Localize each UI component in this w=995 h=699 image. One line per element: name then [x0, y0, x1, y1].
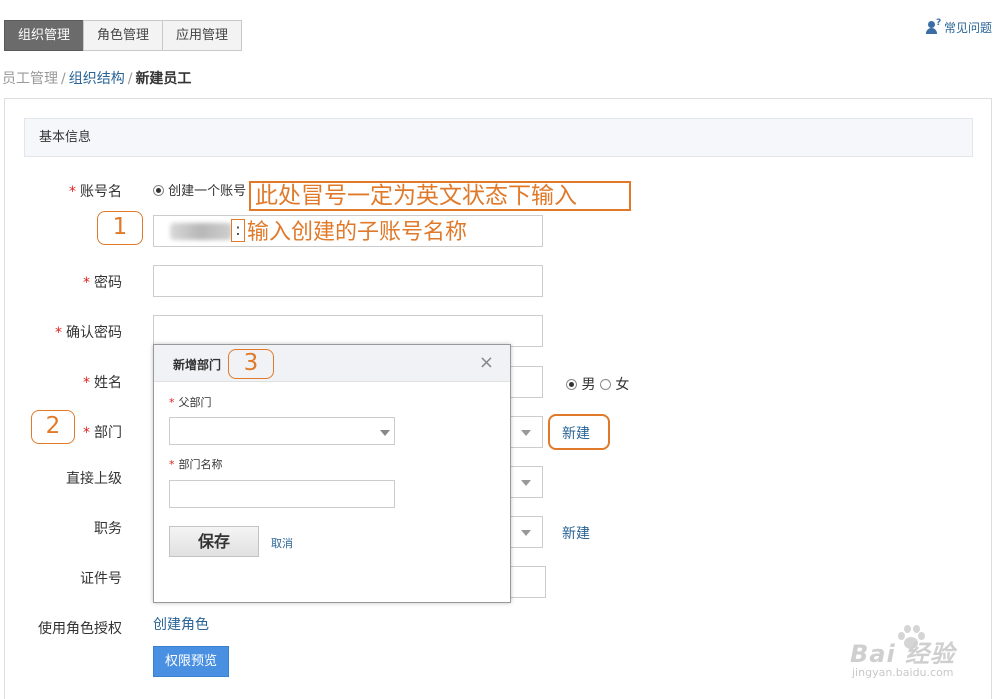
- password-label-text: 密码: [94, 275, 122, 291]
- colon-highlight: :: [231, 219, 245, 242]
- faq-label: 常见问题: [943, 21, 992, 35]
- parent-dept-label-text: 父部门: [178, 396, 212, 409]
- required-mark: *: [83, 425, 90, 441]
- watermark-url: jingyan.baidu.com: [852, 666, 954, 679]
- annotation-note-account: 输入创建的子账号名称: [247, 220, 468, 245]
- create-account-radio[interactable]: 创建一个账号: [153, 180, 246, 199]
- password-input[interactable]: [153, 265, 543, 297]
- required-mark: *: [83, 375, 90, 391]
- gender-male-label: 男: [581, 377, 596, 393]
- radio-icon: [153, 185, 164, 196]
- cancel-link[interactable]: 取消: [271, 535, 293, 551]
- breadcrumb-separator: /: [127, 71, 133, 87]
- dept-name-label-text: 部门名称: [178, 458, 223, 471]
- tab-app-management[interactable]: 应用管理: [162, 20, 243, 51]
- top-tabs: 组织管理 角色管理 应用管理: [4, 20, 243, 51]
- required-mark: *: [169, 458, 175, 471]
- dept-name-input[interactable]: [169, 480, 395, 508]
- gender-male-radio[interactable]: [566, 379, 577, 390]
- annotation-badge-3: 3: [228, 349, 274, 379]
- chevron-down-icon: [521, 480, 531, 486]
- close-icon[interactable]: ×: [479, 352, 494, 373]
- blurred-domain: [170, 223, 232, 240]
- chevron-down-icon: [521, 530, 531, 536]
- name-label: * 姓名: [40, 372, 122, 392]
- create-role-link[interactable]: 创建角色: [153, 614, 209, 634]
- confirm-password-label-text: 确认密码: [66, 325, 122, 341]
- required-mark: *: [69, 184, 76, 200]
- parent-dept-label: * 父部门: [169, 394, 212, 410]
- user-question-icon: ?: [925, 18, 942, 35]
- faq-link[interactable]: ? 常见问题: [925, 18, 992, 36]
- gender-female-radio[interactable]: [599, 379, 611, 390]
- tab-org-management[interactable]: 组织管理: [4, 20, 85, 51]
- gender-radios: 男 女: [566, 374, 629, 394]
- baidu-jingyan-watermark: Bai 经验 jingyan.baidu.com: [850, 622, 990, 682]
- id-number-label: 证件号: [80, 571, 122, 587]
- annotation-note-colon: 此处冒号一定为英文状态下输入: [249, 181, 631, 211]
- chevron-down-icon: [380, 430, 390, 436]
- save-button[interactable]: 保存: [169, 526, 259, 557]
- annotation-badge-2: 2: [31, 410, 75, 444]
- breadcrumb-separator: /: [61, 71, 66, 87]
- department-label-text: 部门: [94, 425, 122, 441]
- parent-dept-select[interactable]: [169, 417, 395, 445]
- breadcrumb-employee-management[interactable]: 员工管理: [2, 71, 58, 87]
- modal-title: 新增部门: [173, 358, 222, 372]
- new-department-modal: 新增部门 × * 父部门 * 部门名称 保存 取消: [153, 344, 511, 603]
- role-auth-label: 使用角色授权: [38, 621, 122, 637]
- section-title: 基本信息: [24, 118, 973, 157]
- dept-name-label: * 部门名称: [169, 456, 223, 472]
- breadcrumb: 员工管理 / 组织结构 / 新建员工: [2, 68, 191, 88]
- new-position-link[interactable]: 新建: [562, 523, 590, 543]
- watermark-brand: Bai 经验: [850, 640, 956, 668]
- account-label-text: 账号名: [80, 184, 122, 200]
- supervisor-label: 直接上级: [66, 471, 122, 487]
- name-label-text: 姓名: [94, 375, 122, 391]
- create-account-radio-label: 创建一个账号: [168, 184, 247, 199]
- gender-female-label: 女: [615, 377, 630, 393]
- position-label: 职务: [94, 521, 122, 537]
- account-label: * 账号名: [40, 181, 122, 201]
- annotation-badge-1: 1: [97, 211, 143, 245]
- breadcrumb-org-structure[interactable]: 组织结构: [69, 71, 125, 87]
- confirm-password-label: * 确认密码: [30, 322, 122, 342]
- password-label: * 密码: [40, 272, 122, 292]
- breadcrumb-current: 新建员工: [135, 71, 192, 87]
- permission-preview-button[interactable]: 权限预览: [153, 646, 229, 677]
- tab-role-management[interactable]: 角色管理: [83, 20, 164, 51]
- required-mark: *: [169, 396, 175, 409]
- new-department-highlight: [548, 414, 610, 450]
- chevron-down-icon: [521, 430, 531, 436]
- required-mark: *: [55, 325, 62, 341]
- confirm-password-input[interactable]: [153, 315, 543, 347]
- required-mark: *: [83, 275, 90, 291]
- modal-header: 新增部门 ×: [154, 345, 510, 382]
